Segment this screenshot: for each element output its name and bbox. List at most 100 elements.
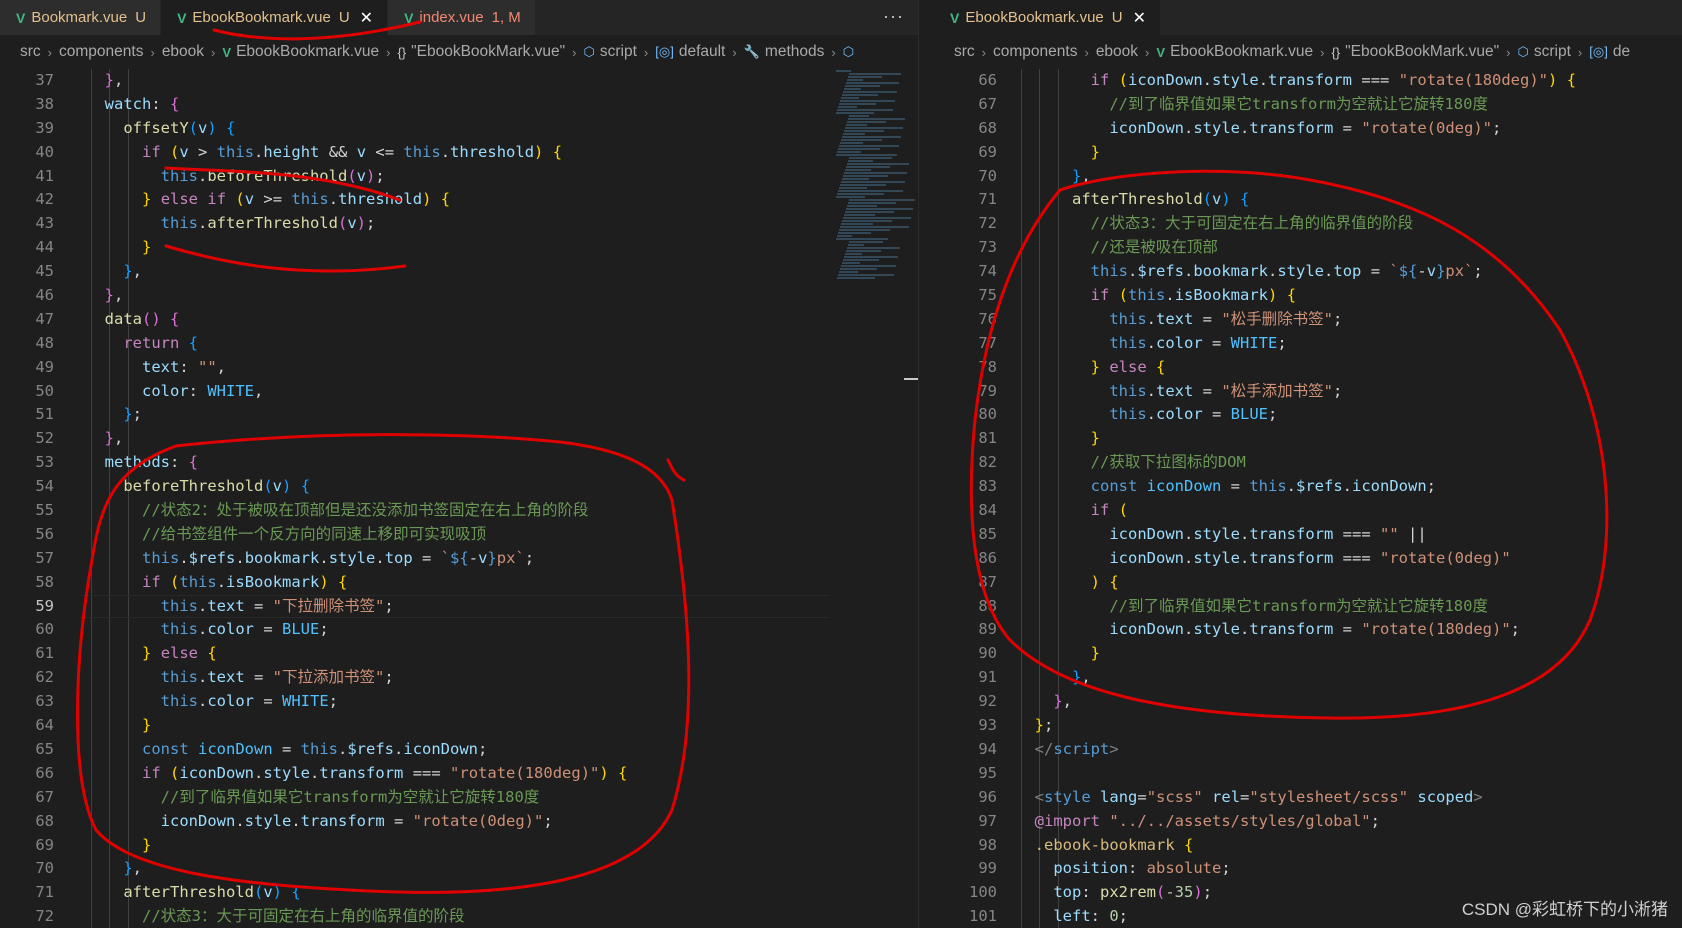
code-line[interactable]: 97 @import "../../assets/styles/global"; [934,810,1682,834]
code-line[interactable]: 78 } else { [934,356,1682,380]
code-line[interactable]: 55 //状态2：处于被吸在顶部但是还没添加书签固定在右上角的阶段 [0,499,918,523]
code-line[interactable]: 93 }; [934,714,1682,738]
code-line[interactable]: 82 //获取下拉图标的DOM [934,451,1682,475]
line-number: 75 [978,286,997,305]
code-editor[interactable]: 66 if (iconDown.style.transform === "rot… [934,69,1682,928]
code-line[interactable]: 53 methods: { [0,451,918,475]
code-line[interactable]: 83 const iconDown = this.$refs.iconDown; [934,475,1682,499]
editor-tab[interactable]: V EbookBookmark.vue U ✕ [934,0,1161,35]
breadcrumb-item[interactable]: V EbookBookmark.vue › [1156,43,1331,61]
code-line[interactable]: 44 } [0,236,918,260]
code-line[interactable]: 66 if (iconDown.style.transform === "rot… [934,69,1682,93]
breadcrumb-item[interactable]: ⬡ [843,44,859,60]
code-line[interactable]: 67 //到了临界值如果它transform为空就让它旋转180度 [934,93,1682,117]
code-line[interactable]: 57 this.$refs.bookmark.style.top = `${-v… [0,547,918,571]
code-line[interactable]: 45 }, [0,260,918,284]
breadcrumb-item[interactable]: [◎] default › [655,43,743,61]
code-line[interactable]: 64 } [0,714,918,738]
code-line[interactable]: 74 this.$refs.bookmark.style.top = `${-v… [934,260,1682,284]
code-line[interactable]: 62 this.text = "下拉添加书签"; [0,666,918,690]
code-line[interactable]: 52 }, [0,427,918,451]
code-line[interactable]: 85 iconDown.style.transform === "" || [934,523,1682,547]
breadcrumb-item[interactable]: {} "EbookBookMark.vue" › [1331,43,1517,61]
code-line[interactable]: 48 return { [0,332,918,356]
code-line[interactable]: 63 this.color = WHITE; [0,690,918,714]
breadcrumb-item[interactable]: {} "EbookBookMark.vue" › [397,43,583,61]
breadcrumb-item[interactable]: src › [20,43,59,61]
code-line[interactable]: 41 this.beforeThreshold(v); [0,165,918,189]
code-line[interactable]: 91 }, [934,666,1682,690]
breadcrumb-item[interactable]: [◎] de [1589,43,1630,61]
code-line[interactable]: 79 this.text = "松手添加书签"; [934,380,1682,404]
code-line[interactable]: 75 if (this.isBookmark) { [934,284,1682,308]
code-line[interactable]: 43 this.afterThreshold(v); [0,212,918,236]
code-line[interactable]: 66 if (iconDown.style.transform === "rot… [0,762,918,786]
code-line[interactable]: 49 text: "", [0,356,918,380]
code-line[interactable]: 84 if ( [934,499,1682,523]
breadcrumb-item[interactable]: src › [954,43,993,61]
breadcrumb-item[interactable]: ebook › [1096,43,1157,61]
close-icon[interactable]: ✕ [1133,8,1146,28]
code-line[interactable]: 42 } else if (v >= this.threshold) { [0,188,918,212]
code-line[interactable]: 90 } [934,642,1682,666]
code-line[interactable]: 89 iconDown.style.transform = "rotate(18… [934,618,1682,642]
more-actions-icon[interactable]: ··· [883,6,904,27]
code-line[interactable]: 95 [934,762,1682,786]
code-line[interactable]: 96 <style lang="scss" rel="stylesheet/sc… [934,786,1682,810]
code-line[interactable]: 70 }, [0,857,918,881]
code-line[interactable]: 72 //状态3：大于可固定在右上角的临界值的阶段 [0,905,918,928]
code-line[interactable]: 70 }, [934,165,1682,189]
code-line[interactable]: 56 //给书签组件一个反方向的同速上移即可实现吸顶 [0,523,918,547]
code-line[interactable]: 65 const iconDown = this.$refs.iconDown; [0,738,918,762]
code-line[interactable]: 50 color: WHITE, [0,380,918,404]
code-line[interactable]: 59 this.text = "下拉删除书签"; [0,594,918,619]
code-line[interactable]: 68 iconDown.style.transform = "rotate(0d… [0,810,918,834]
code-line[interactable]: 39 offsetY(v) { [0,117,918,141]
code-line[interactable]: 99 position: absolute; [934,857,1682,881]
split-divider[interactable] [918,0,935,928]
code-line[interactable]: 38 watch: { [0,93,918,117]
code-line[interactable]: 81 } [934,427,1682,451]
code-line[interactable]: 98 .ebook-bookmark { [934,834,1682,858]
editor-tab[interactable]: V EbookBookmark.vue U ✕ [161,0,389,35]
breadcrumb-item[interactable]: V EbookBookmark.vue › [222,43,397,61]
code-line[interactable]: 73 //还是被吸在顶部 [934,236,1682,260]
code-line[interactable]: 92 }, [934,690,1682,714]
breadcrumb-item[interactable]: ebook › [162,43,223,61]
code-line[interactable]: 76 this.text = "松手删除书签"; [934,308,1682,332]
code-line[interactable]: 71 afterThreshold(v) { [0,881,918,905]
code-line[interactable]: 87 ) { [934,571,1682,595]
code-line[interactable]: 77 this.color = WHITE; [934,332,1682,356]
code-line[interactable]: 68 iconDown.style.transform = "rotate(0d… [934,117,1682,141]
scrollbar-marker[interactable] [904,378,918,380]
code-editor[interactable]: 37 }, 38 watch: {39 offsetY(v) {40 if (v … [0,69,918,928]
breadcrumb-item[interactable]: ⬡ script › [584,43,656,61]
code-line[interactable]: 86 iconDown.style.transform === "rotate(… [934,547,1682,571]
code-line[interactable]: 80 this.color = BLUE; [934,403,1682,427]
code-line[interactable]: 88 //到了临界值如果它transform为空就让它旋转180度 [934,595,1682,619]
code-line[interactable]: 69 } [0,834,918,858]
code-line[interactable]: 71 afterThreshold(v) { [934,188,1682,212]
code-line[interactable]: 51 }; [0,403,918,427]
minimap[interactable] [836,69,915,299]
code-line[interactable]: 54 beforeThreshold(v) { [0,475,918,499]
code-line[interactable]: 67 //到了临界值如果它transform为空就让它旋转180度 [0,786,918,810]
code-line[interactable]: 72 //状态3：大于可固定在右上角的临界值的阶段 [934,212,1682,236]
editor-tab[interactable]: Vindex.vue 1, M [388,0,536,35]
code-line[interactable]: 40 if (v > this.height && v <= this.thre… [0,141,918,165]
code-line[interactable]: 94 </script> [934,738,1682,762]
code-line[interactable]: 61 } else { [0,642,918,666]
breadcrumb-item[interactable]: components › [59,43,162,61]
breadcrumb-item[interactable]: 🔧 methods › [744,43,843,61]
close-icon[interactable]: ✕ [360,8,373,28]
editor-tab[interactable]: V Bookmark.vue U [0,0,162,35]
minimap-line [838,190,903,192]
breadcrumb-item[interactable]: ⬡ script › [1518,43,1590,61]
code-line[interactable]: 60 this.color = BLUE; [0,618,918,642]
code-line[interactable]: 58 if (this.isBookmark) { [0,571,918,595]
breadcrumb-item[interactable]: components › [993,43,1096,61]
code-line[interactable]: 69 } [934,141,1682,165]
code-line[interactable]: 37 }, [0,69,918,93]
code-line[interactable]: 47 data() { [0,308,918,332]
code-line[interactable]: 46 }, [0,284,918,308]
